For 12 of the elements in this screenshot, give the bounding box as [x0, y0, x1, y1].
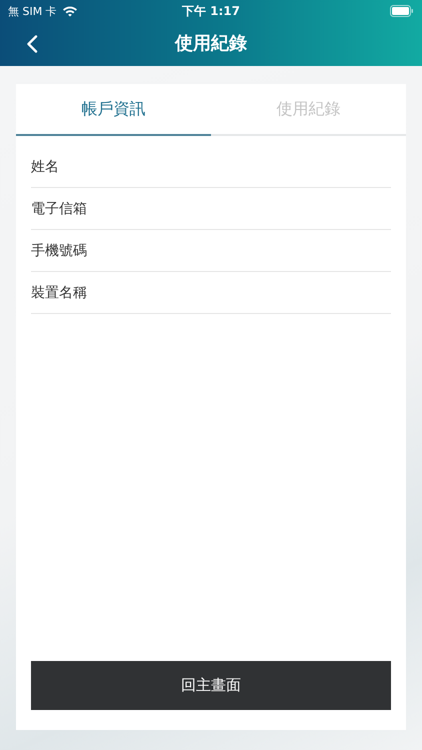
field-label: 姓名: [31, 158, 59, 176]
carrier-text: 無 SIM 卡: [8, 4, 57, 18]
clock-text: 下午 1:17: [182, 2, 240, 20]
home-button[interactable]: 回主畫面: [31, 661, 391, 710]
page-title: 使用紀錄: [175, 32, 247, 55]
wifi-icon: [62, 5, 78, 17]
field-label: 手機號碼: [31, 242, 87, 260]
tab[interactable]: 帳戶資訊: [16, 84, 211, 136]
battery-icon: [390, 5, 414, 17]
back-button[interactable]: [26, 34, 40, 54]
field-label: 裝置名稱: [31, 284, 87, 302]
field-label: 電子信箱: [31, 200, 87, 218]
